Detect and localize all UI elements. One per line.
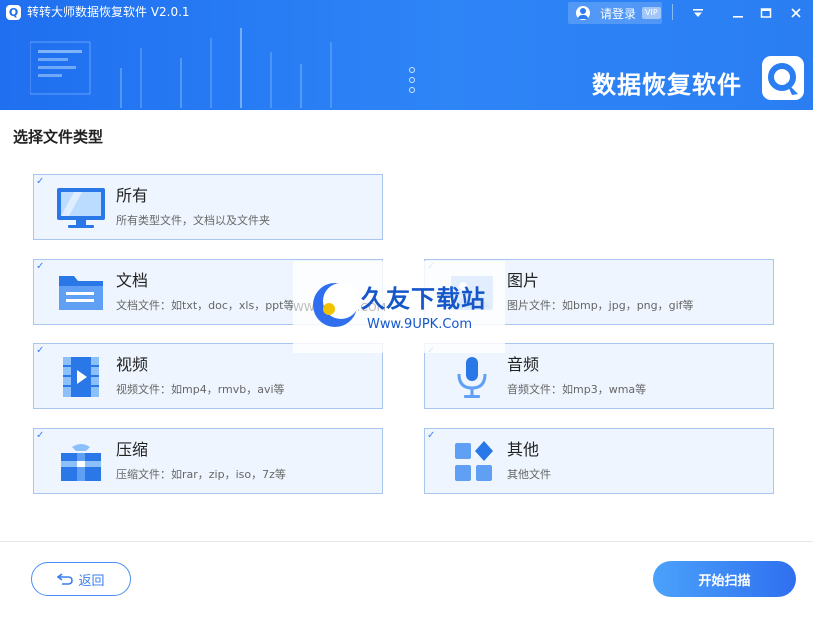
card-label: 图片 <box>507 271 540 290</box>
titlebar-separator <box>672 4 673 20</box>
vip-badge: VIP <box>642 7 661 19</box>
window-title: 转转大师数据恢复软件 V2.0.1 <box>27 5 190 19</box>
monitor-icon <box>57 188 105 228</box>
checkbox-checked-icon[interactable]: ✓ <box>427 431 437 441</box>
checkbox-checked-icon[interactable]: ✓ <box>36 177 46 187</box>
card-description: 图片文件：如bmp，jpg，png，gif等 <box>507 299 694 312</box>
login-button[interactable]: 请登录 VIP <box>568 2 662 24</box>
watermark: WWW.9UPK.COM 久友下载站 Www.9UPK.Com <box>293 261 505 353</box>
minimize-icon <box>733 16 743 18</box>
brand-logo-icon <box>762 56 804 100</box>
checkbox-checked-icon[interactable]: ✓ <box>36 431 46 441</box>
app-header: Q 转转大师数据恢复软件 V2.0.1 请登录 VIP 数据恢复软件 <box>0 0 813 110</box>
close-icon <box>791 8 801 18</box>
page-title: 选择文件类型 <box>13 128 104 146</box>
app-logo-icon: Q <box>6 5 21 20</box>
start-scan-label: 开始扫描 <box>698 573 751 589</box>
footer-divider <box>0 541 813 542</box>
video-icon <box>63 357 99 397</box>
maximize-icon <box>760 8 772 18</box>
file-type-card-archive[interactable]: ✓ 压缩 压缩文件：如rar，zip，iso，7z等 <box>33 428 383 494</box>
header-decoration <box>30 28 415 108</box>
card-description: 音频文件：如mp3，wma等 <box>507 383 647 396</box>
menu-button[interactable] <box>686 2 710 24</box>
card-label: 压缩 <box>116 440 149 459</box>
card-label: 音频 <box>507 355 540 374</box>
watermark-name: 久友下载站 <box>361 285 486 313</box>
checkbox-checked-icon[interactable]: ✓ <box>36 346 46 356</box>
checkbox-checked-icon[interactable]: ✓ <box>36 262 46 272</box>
card-description: 所有类型文件，文档以及文件夹 <box>116 214 270 227</box>
card-description: 文档文件：如txt，doc，xls，ppt等 <box>116 299 295 312</box>
file-type-card-other[interactable]: ✓ 其他 其他文件 <box>424 428 774 494</box>
minimize-button[interactable] <box>726 2 750 24</box>
archive-icon <box>61 444 101 481</box>
back-button[interactable]: 返回 <box>31 562 131 596</box>
maximize-button[interactable] <box>754 2 778 24</box>
card-description: 其他文件 <box>507 468 551 481</box>
brand-title: 数据恢复软件 <box>592 71 742 99</box>
card-label: 视频 <box>116 355 149 374</box>
file-type-card-all[interactable]: ✓ 所有 所有类型文件，文档以及文件夹 <box>33 174 383 240</box>
card-description: 压缩文件：如rar，zip，iso，7z等 <box>116 468 286 481</box>
watermark-url: Www.9UPK.Com <box>367 317 473 332</box>
back-button-label: 返回 <box>78 573 105 589</box>
other-files-icon <box>455 441 493 481</box>
close-button[interactable] <box>784 2 808 24</box>
start-scan-button[interactable]: 开始扫描 <box>653 561 796 597</box>
card-description: 视频文件：如mp4，rmvb，avi等 <box>116 383 285 396</box>
card-label: 文档 <box>116 271 149 290</box>
back-arrow-icon <box>57 573 74 585</box>
microphone-icon <box>457 357 487 398</box>
user-icon <box>576 6 590 20</box>
card-label: 所有 <box>116 186 149 205</box>
watermark-moon-logo-icon <box>313 283 359 327</box>
card-label: 其他 <box>507 440 540 459</box>
login-label: 请登录 <box>600 6 637 21</box>
folder-icon <box>59 276 103 310</box>
menu-dropdown-icon <box>693 9 703 17</box>
